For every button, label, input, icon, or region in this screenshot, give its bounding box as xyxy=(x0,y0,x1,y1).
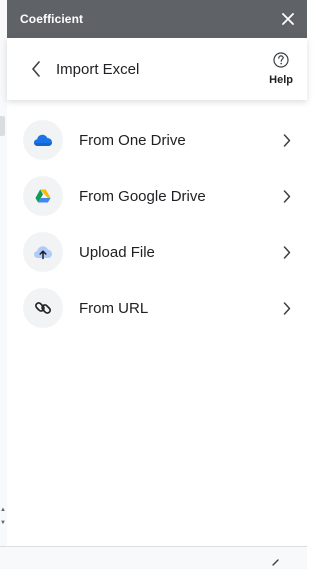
source-item-onedrive[interactable]: From One Drive xyxy=(7,112,307,168)
page-header: Import Excel Help xyxy=(7,38,307,100)
app-title: Coefficient xyxy=(20,12,84,26)
source-item-url[interactable]: From URL xyxy=(7,280,307,336)
page-title: Import Excel xyxy=(56,60,140,78)
scroll-down-arrow-icon[interactable]: ▼ xyxy=(0,517,6,529)
chevron-right-icon xyxy=(283,134,291,147)
source-label: From Google Drive xyxy=(79,187,206,205)
chevron-right-icon xyxy=(283,302,291,315)
source-item-upload-file[interactable]: Upload File xyxy=(7,224,307,280)
google-drive-icon xyxy=(23,176,63,216)
chevron-right-icon xyxy=(283,190,291,203)
upload-cloud-icon xyxy=(23,232,63,272)
coefficient-sidebar: Coefficient Import Excel Help From One D… xyxy=(7,0,307,546)
onedrive-cloud-icon xyxy=(23,120,63,160)
close-icon[interactable] xyxy=(281,12,295,26)
help-question-icon xyxy=(273,52,289,73)
chevron-right-icon xyxy=(283,246,291,259)
help-button[interactable]: Help xyxy=(269,52,293,86)
sidebar-titlebar: Coefficient xyxy=(7,0,307,38)
source-item-google-drive[interactable]: From Google Drive xyxy=(7,168,307,224)
link-icon xyxy=(23,288,63,328)
import-source-list: From One Drive From Google Drive Upload … xyxy=(7,112,307,336)
sheet-edge-tab xyxy=(0,116,5,136)
sheet-bottom-bar xyxy=(0,546,307,569)
scroll-up-arrow-icon[interactable]: ▲ xyxy=(0,504,6,516)
back-arrow-icon[interactable] xyxy=(26,59,46,79)
source-label: From One Drive xyxy=(79,131,186,149)
source-label: From URL xyxy=(79,299,149,317)
source-label: Upload File xyxy=(79,243,155,261)
help-label: Help xyxy=(269,74,293,86)
